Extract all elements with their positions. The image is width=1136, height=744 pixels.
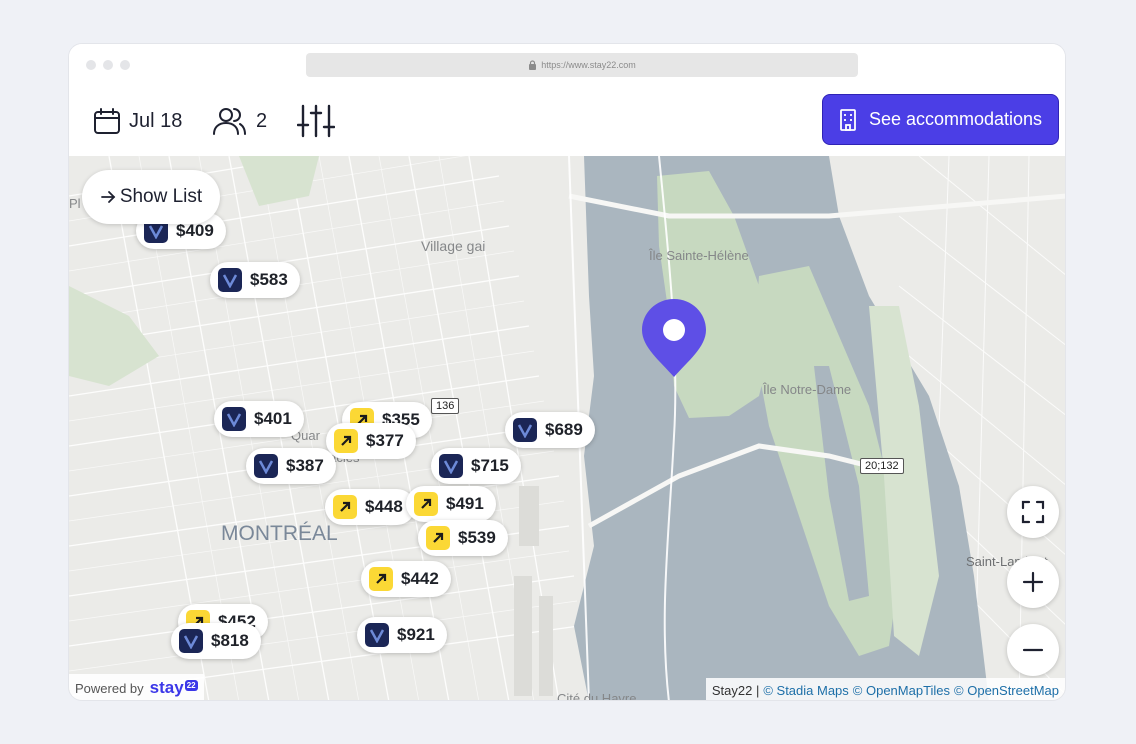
listing-price: $715 bbox=[471, 456, 509, 475]
zoom-out-button[interactable] bbox=[1007, 624, 1059, 676]
plus-icon bbox=[1022, 571, 1044, 593]
address-bar[interactable]: https://www.stay22.com bbox=[306, 53, 858, 77]
listing-price: $448 bbox=[365, 497, 403, 516]
listing-marker[interactable]: $715 bbox=[431, 448, 521, 484]
listing-price: $442 bbox=[401, 569, 439, 588]
users-icon bbox=[213, 108, 246, 135]
listing-price: $377 bbox=[366, 431, 404, 450]
listing-marker[interactable]: $401 bbox=[214, 401, 304, 437]
fullscreen-button[interactable] bbox=[1007, 486, 1059, 538]
vrbo-logo-icon bbox=[218, 268, 242, 292]
location-pin-icon bbox=[642, 299, 706, 377]
date-picker[interactable]: Jul 18 bbox=[93, 86, 182, 156]
map-label: MONTRÉAL bbox=[221, 522, 338, 545]
powered-by-text: Powered by bbox=[75, 680, 144, 696]
window-dot bbox=[86, 60, 96, 70]
map-label: Île Sainte-Hélène bbox=[649, 248, 749, 263]
url-text: https://www.stay22.com bbox=[541, 60, 636, 70]
minus-icon bbox=[1022, 648, 1044, 652]
map-attribution: Stay22 | © Stadia Maps © OpenMapTiles © … bbox=[705, 678, 1065, 700]
listing-marker[interactable]: $448 bbox=[325, 489, 415, 525]
see-accommodations-label: See accommodations bbox=[868, 109, 1043, 129]
date-label: Jul 18 bbox=[129, 109, 183, 132]
zoom-in-button[interactable] bbox=[1007, 556, 1059, 608]
lock-icon bbox=[529, 60, 537, 70]
window-dot bbox=[120, 60, 130, 70]
fullscreen-icon bbox=[1021, 500, 1045, 524]
listing-price: $539 bbox=[458, 528, 496, 547]
show-list-label: Show List bbox=[119, 186, 203, 207]
expedia-logo-icon bbox=[334, 429, 358, 453]
listing-marker[interactable]: $377 bbox=[326, 423, 416, 459]
stay22-logo: stay 22 bbox=[150, 678, 198, 698]
powered-by[interactable]: Powered by stay 22 bbox=[69, 674, 204, 700]
listing-marker[interactable]: $818 bbox=[171, 623, 261, 659]
listing-price: $921 bbox=[397, 625, 435, 644]
listing-price: $409 bbox=[176, 221, 214, 240]
show-list-button[interactable]: Show List bbox=[82, 170, 220, 224]
vrbo-logo-icon bbox=[365, 623, 389, 647]
toolbar: Jul 18 2 See accommodations bbox=[69, 86, 1065, 156]
vrbo-logo-icon bbox=[222, 407, 246, 431]
listing-marker[interactable]: $491 bbox=[406, 486, 496, 522]
listing-price: $583 bbox=[250, 270, 288, 289]
sliders-icon bbox=[297, 104, 335, 138]
expedia-logo-icon bbox=[333, 495, 357, 519]
route-shield: 20;132 bbox=[860, 458, 904, 474]
vrbo-logo-icon bbox=[179, 629, 203, 653]
map[interactable]: Village gai Île Sainte-Hélène Île Notre-… bbox=[69, 156, 1065, 701]
map-label: Village gai bbox=[421, 238, 486, 254]
listing-marker[interactable]: $539 bbox=[418, 520, 508, 556]
map-label: Cité du Havre bbox=[557, 691, 637, 701]
vrbo-logo-icon bbox=[439, 454, 463, 478]
guests-picker[interactable]: 2 bbox=[212, 86, 267, 156]
vrbo-logo-icon bbox=[513, 418, 537, 442]
listing-marker[interactable]: $387 bbox=[246, 448, 336, 484]
attribution-prefix: Stay22 | bbox=[711, 682, 760, 698]
browser-chrome: https://www.stay22.com bbox=[69, 44, 1065, 86]
listing-price: $401 bbox=[254, 409, 292, 428]
arrow-right-icon bbox=[100, 191, 116, 203]
expedia-logo-icon bbox=[426, 526, 450, 550]
guests-count: 2 bbox=[256, 109, 268, 132]
route-shield: 136 bbox=[431, 398, 460, 414]
browser-window: https://www.stay22.com Jul 18 2 See acco… bbox=[68, 43, 1066, 701]
map-label: Île Notre-Dame bbox=[763, 382, 852, 397]
openstreetmap-link[interactable]: © OpenStreetMap bbox=[954, 683, 1059, 698]
listing-price: $689 bbox=[545, 420, 583, 439]
listing-marker[interactable]: $921 bbox=[357, 617, 447, 653]
listing-marker[interactable]: $583 bbox=[210, 262, 300, 298]
brand-name: stay bbox=[149, 678, 184, 697]
calendar-icon bbox=[94, 108, 120, 134]
window-dot bbox=[103, 60, 113, 70]
listing-price: $818 bbox=[211, 631, 249, 650]
listing-marker[interactable]: $442 bbox=[361, 561, 451, 597]
expedia-logo-icon bbox=[414, 492, 438, 516]
listing-price: $491 bbox=[446, 494, 484, 513]
see-accommodations-button[interactable]: See accommodations bbox=[822, 94, 1059, 145]
map-label: Pl bbox=[69, 196, 81, 211]
listing-price: $387 bbox=[286, 456, 324, 475]
openmaptiles-link[interactable]: © OpenMapTiles bbox=[853, 683, 950, 698]
stadia-link[interactable]: © Stadia Maps bbox=[763, 683, 848, 698]
vrbo-logo-icon bbox=[254, 454, 278, 478]
listing-marker[interactable]: $689 bbox=[505, 412, 595, 448]
expedia-logo-icon bbox=[369, 567, 393, 591]
brand-badge: 22 bbox=[184, 679, 198, 691]
filters-button[interactable] bbox=[297, 86, 335, 156]
building-icon bbox=[840, 108, 856, 131]
